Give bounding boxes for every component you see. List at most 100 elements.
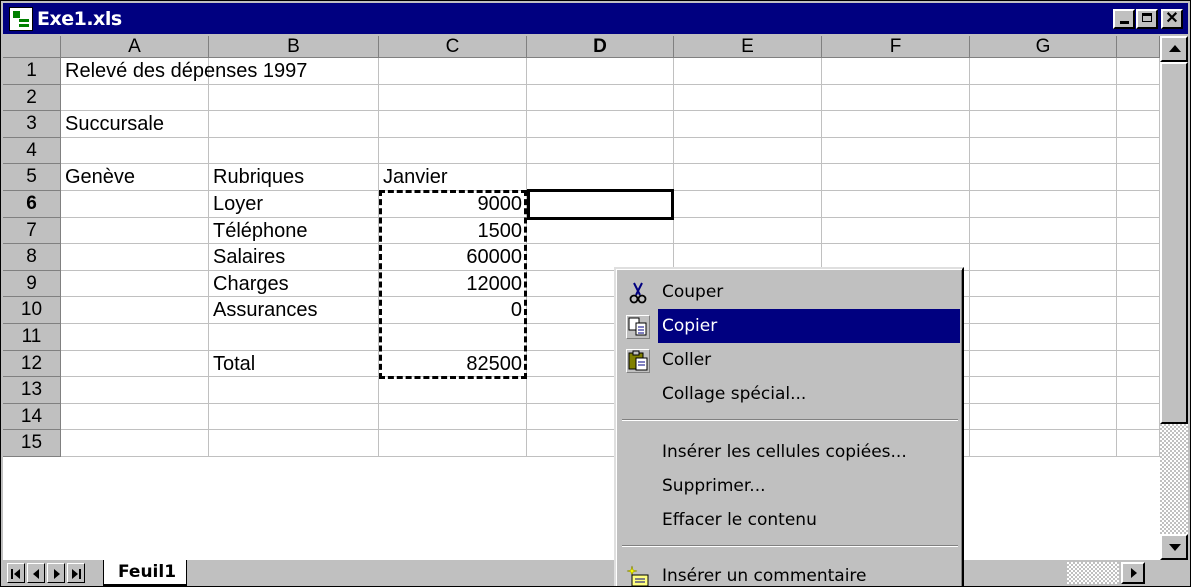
cell-c12[interactable]: 82500	[379, 350, 527, 378]
menu-item-collage-special[interactable]: Collage spécial...	[620, 377, 960, 411]
sheet-tab-feuil1[interactable]: Feuil1	[103, 560, 188, 586]
select-all-corner[interactable]	[3, 36, 61, 58]
cell-g8[interactable]	[970, 244, 1117, 271]
cell-b12[interactable]: Total	[209, 350, 379, 378]
cell-a10[interactable]	[61, 297, 209, 324]
row-header-14[interactable]: 14	[3, 403, 61, 431]
maximize-button[interactable]	[1136, 9, 1158, 29]
cell-c11[interactable]	[379, 324, 527, 351]
cell-g4[interactable]	[970, 137, 1117, 165]
menu-item-couper[interactable]: Couper	[620, 275, 960, 309]
cell-f2[interactable]	[822, 84, 970, 112]
worksheet-grid[interactable]: A B C D E F G 1 Relevé des dépenses 1997 2 3 Succur…	[3, 36, 1160, 560]
cell-a8[interactable]	[61, 244, 209, 271]
title-bar[interactable]: Exe1.xls ✕	[3, 3, 1188, 34]
cell-e7[interactable]	[674, 217, 822, 245]
cell-c4[interactable]	[379, 137, 527, 165]
menu-item-inserer-cellules-copiees[interactable]: Insérer les cellules copiées...	[620, 435, 960, 469]
cell-d5[interactable]	[527, 164, 674, 191]
cell-c8[interactable]: 60000	[379, 244, 527, 271]
cell-b3[interactable]	[209, 111, 379, 138]
cell-a5[interactable]: Genève	[61, 164, 209, 191]
cell-c1[interactable]	[379, 58, 527, 85]
cell-b5[interactable]: Rubriques	[209, 164, 379, 191]
cell-f7[interactable]	[822, 217, 970, 245]
vertical-scrollbar[interactable]	[1160, 36, 1188, 560]
cell-g14[interactable]	[970, 403, 1117, 431]
menu-item-copier[interactable]: Copier	[620, 309, 960, 343]
cell-b1[interactable]	[209, 58, 379, 85]
cell-f1[interactable]	[822, 58, 970, 85]
cell-b11[interactable]	[209, 324, 379, 351]
cell-g13[interactable]	[970, 377, 1117, 404]
row-header-4[interactable]: 4	[3, 137, 61, 165]
row-header-8[interactable]: 8	[3, 244, 61, 271]
cell-b9[interactable]: Charges	[209, 270, 379, 298]
column-header-c[interactable]: C	[379, 36, 527, 58]
cell-a2[interactable]	[61, 84, 209, 112]
cell-e5[interactable]	[674, 164, 822, 191]
scroll-down-button[interactable]	[1160, 534, 1188, 560]
menu-item-effacer-contenu[interactable]: Effacer le contenu	[620, 503, 960, 537]
scroll-right-button[interactable]	[1121, 562, 1145, 584]
cell-c2[interactable]	[379, 84, 527, 112]
cell-g10[interactable]	[970, 297, 1117, 324]
cell-d2[interactable]	[527, 84, 674, 112]
cell-b8[interactable]: Salaires	[209, 244, 379, 271]
column-header-a[interactable]: A	[61, 36, 209, 58]
cell-a1[interactable]: Relevé des dépenses 1997	[61, 58, 307, 85]
cell-c9[interactable]: 12000	[379, 270, 527, 298]
active-cell-outline[interactable]	[527, 189, 674, 220]
cell-b15[interactable]	[209, 430, 379, 457]
row-header-11[interactable]: 11	[3, 324, 61, 351]
close-button[interactable]: ✕	[1161, 9, 1183, 29]
scroll-up-button[interactable]	[1160, 36, 1188, 62]
cell-f3[interactable]	[822, 111, 970, 138]
row-header-5[interactable]: 5	[3, 164, 61, 191]
cell-g12[interactable]	[970, 350, 1117, 378]
cell-c14[interactable]	[379, 403, 527, 431]
cell-a15[interactable]	[61, 430, 209, 457]
minimize-button[interactable]	[1113, 9, 1135, 29]
cell-c10[interactable]: 0	[379, 297, 527, 324]
cell-f5[interactable]	[822, 164, 970, 191]
row-header-9[interactable]: 9	[3, 270, 61, 298]
cell-g15[interactable]	[970, 430, 1117, 457]
cell-c3[interactable]	[379, 111, 527, 138]
cell-g3[interactable]	[970, 111, 1117, 138]
excel-document-icon[interactable]	[9, 7, 33, 31]
row-header-13[interactable]: 13	[3, 377, 61, 404]
last-sheet-button[interactable]	[67, 563, 85, 583]
menu-item-coller[interactable]: Coller	[620, 343, 960, 377]
cell-d4[interactable]	[527, 137, 674, 165]
vertical-scroll-thumb[interactable]	[1160, 62, 1188, 424]
cell-g7[interactable]	[970, 217, 1117, 245]
row-header-1[interactable]: 1	[3, 58, 61, 85]
cell-g6[interactable]	[970, 191, 1117, 218]
cell-d1[interactable]	[527, 58, 674, 85]
cell-b10[interactable]: Assurances	[209, 297, 379, 324]
column-header-g[interactable]: G	[970, 36, 1117, 58]
cell-a11[interactable]	[61, 324, 209, 351]
column-header-b[interactable]: B	[209, 36, 379, 58]
cell-a3[interactable]: Succursale	[61, 111, 209, 138]
cell-g9[interactable]	[970, 270, 1117, 298]
cell-g1[interactable]	[970, 58, 1117, 85]
cell-e2[interactable]	[674, 84, 822, 112]
next-sheet-button[interactable]	[47, 563, 65, 583]
row-header-12[interactable]: 12	[3, 350, 61, 378]
cell-e6[interactable]	[674, 191, 822, 218]
row-header-7[interactable]: 7	[3, 217, 61, 245]
cell-c5[interactable]: Janvier	[379, 164, 527, 191]
row-header-2[interactable]: 2	[3, 84, 61, 112]
cell-e4[interactable]	[674, 137, 822, 165]
cell-a14[interactable]	[61, 403, 209, 431]
cell-e3[interactable]	[674, 111, 822, 138]
previous-sheet-button[interactable]	[27, 563, 45, 583]
cell-a12[interactable]	[61, 350, 209, 378]
column-header-e[interactable]: E	[674, 36, 822, 58]
cell-g2[interactable]	[970, 84, 1117, 112]
menu-item-supprimer[interactable]: Supprimer...	[620, 469, 960, 503]
cell-d7[interactable]	[527, 217, 674, 245]
row-header-3[interactable]: 3	[3, 111, 61, 138]
